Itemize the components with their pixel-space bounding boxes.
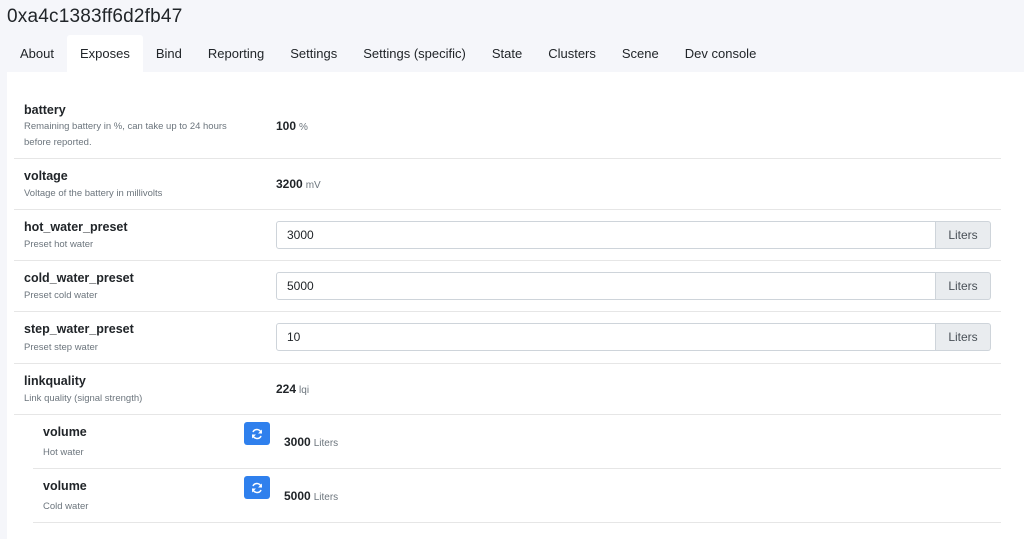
hot-water-preset-unit: Liters (936, 221, 991, 249)
tab-settings[interactable]: Settings (277, 35, 350, 72)
expose-description: Preset hot water (24, 239, 94, 250)
expose-description: Link quality (signal strength) (24, 393, 143, 404)
hot-water-preset-input[interactable] (276, 221, 936, 249)
battery-value: 100 (276, 119, 297, 133)
expose-description-line: Remaining battery in %, can take up to 2… (24, 121, 227, 132)
refresh-button[interactable] (244, 422, 270, 445)
refresh-button[interactable] (244, 476, 270, 499)
expose-name: hot_water_preset (24, 220, 128, 234)
expose-description: Preset cold water (24, 290, 98, 301)
refresh-icon (252, 428, 262, 439)
tab-bar: About Exposes Bind Reporting Settings Se… (7, 35, 769, 72)
expose-name: linkquality (24, 374, 86, 388)
volume-hot-value: 3000 (284, 435, 311, 449)
expose-value: 224 lqi (276, 382, 309, 396)
volume-cold-unit: Liters (313, 492, 339, 503)
expose-row-step-water-preset: step_water_preset Preset step water Lite… (14, 312, 1001, 364)
expose-description: Cold water (43, 501, 89, 512)
expose-value: 100% (276, 119, 308, 133)
expose-name: battery (24, 103, 66, 117)
expose-row-volume-cold: volume Cold water 5000 Liters (33, 469, 1001, 523)
tab-settings-specific[interactable]: Settings (specific) (350, 35, 479, 72)
expose-name: cold_water_preset (24, 271, 134, 285)
expose-row-cold-water-preset: cold_water_preset Preset cold water Lite… (14, 261, 1001, 312)
voltage-unit: mV (305, 180, 321, 191)
expose-value: 3000 Liters (284, 435, 338, 449)
cold-water-preset-input-group: Liters (276, 272, 991, 300)
tab-scene[interactable]: Scene (609, 35, 672, 72)
step-water-preset-unit: Liters (936, 323, 991, 351)
linkquality-value: 224 (276, 382, 297, 396)
expose-value: 3200 mV (276, 177, 321, 191)
expose-value: 5000 Liters (284, 489, 338, 503)
expose-name: volume (43, 425, 87, 439)
expose-row-voltage: voltage Voltage of the battery in milliv… (14, 159, 1001, 210)
expose-description: Remaining battery in %, can take up to 2… (24, 119, 227, 151)
volume-cold-value: 5000 (284, 489, 311, 503)
volume-hot-unit: Liters (313, 438, 339, 449)
tab-dev-console[interactable]: Dev console (672, 35, 770, 72)
expose-row-battery: battery Remaining battery in %, can take… (14, 92, 1001, 159)
exposes-panel: battery Remaining battery in %, can take… (7, 72, 1024, 539)
expose-description: Preset step water (24, 342, 98, 353)
voltage-value: 3200 (276, 177, 303, 191)
expose-row-volume-hot: volume Hot water 3000 Liters (33, 415, 1001, 469)
step-water-preset-input[interactable] (276, 323, 936, 351)
cold-water-preset-input[interactable] (276, 272, 936, 300)
tab-clusters[interactable]: Clusters (535, 35, 609, 72)
linkquality-unit: lqi (299, 385, 310, 396)
expose-name: volume (43, 479, 87, 493)
expose-description: Hot water (43, 447, 84, 458)
tab-state[interactable]: State (479, 35, 535, 72)
cold-water-preset-unit: Liters (936, 272, 991, 300)
device-title: 0xa4c1383ff6d2fb47 (7, 6, 183, 27)
battery-unit: % (299, 122, 308, 133)
tab-about[interactable]: About (7, 35, 67, 72)
refresh-icon (252, 482, 262, 493)
expose-name: voltage (24, 169, 68, 183)
expose-row-hot-water-preset: hot_water_preset Preset hot water Liters (14, 210, 1001, 261)
expose-description: Voltage of the battery in millivolts (24, 188, 163, 199)
step-water-preset-input-group: Liters (276, 323, 991, 351)
tab-reporting[interactable]: Reporting (195, 35, 277, 72)
hot-water-preset-input-group: Liters (276, 221, 991, 249)
tab-bind[interactable]: Bind (143, 35, 195, 72)
expose-name: step_water_preset (24, 322, 134, 336)
expose-row-linkquality: linkquality Link quality (signal strengt… (14, 364, 1001, 415)
expose-description-line: before reported. (24, 137, 92, 148)
tab-exposes[interactable]: Exposes (66, 35, 143, 72)
